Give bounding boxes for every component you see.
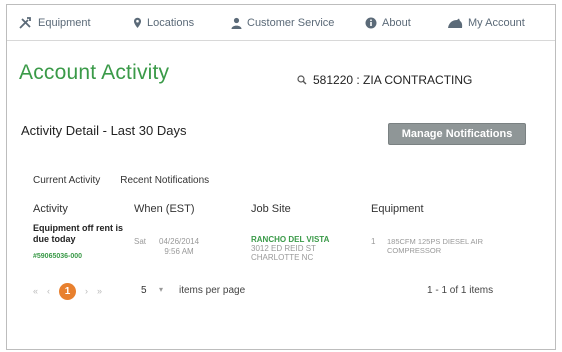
nav-customer-service-label: Customer Service (247, 17, 335, 29)
activity-time: 9:56 AM (164, 247, 194, 256)
manage-notifications-button[interactable]: Manage Notifications (388, 123, 526, 145)
nav-equipment-label: Equipment (38, 17, 91, 29)
nav-locations[interactable]: Locations (133, 17, 194, 29)
nav-locations-label: Locations (147, 17, 195, 29)
page-size-dropdown-arrow[interactable]: ▾ (159, 285, 163, 294)
equipment-description: 185CFM 125PS DIESEL AIR COMPRESSOR (387, 237, 483, 255)
app-frame: Equipment Locations Customer Service Abo… (6, 4, 556, 350)
tab-current-activity[interactable]: Current Activity (33, 175, 100, 186)
nav-about-label: About (382, 17, 411, 29)
nav-about[interactable]: About (365, 17, 411, 29)
current-page-button[interactable]: 1 (59, 282, 77, 300)
pagination: « ‹ 1 › » 5 ▾ items per page (33, 281, 245, 301)
job-site: RANCHO DEL VISTA 3012 ED REID ST CHARLOT… (251, 235, 329, 262)
equipment-line-2: COMPRESSOR (387, 246, 442, 255)
job-site-address: 3012 ED REID ST (251, 244, 316, 253)
previous-page-button[interactable]: ‹ (47, 286, 50, 296)
job-site-city: CHARLOTTE NC (251, 253, 314, 262)
last-page-button[interactable]: » (97, 286, 102, 296)
nav-my-account-label: My Account (468, 17, 525, 29)
table-row: Equipment off rent is due today #5906503… (7, 223, 555, 271)
column-header-activity: Activity (33, 203, 68, 215)
column-header-job-site: Job Site (251, 203, 291, 215)
activity-tabs: Current Activity Recent Notifications (33, 175, 229, 186)
activity-date: 04/26/2014 (159, 237, 200, 246)
tools-icon (19, 17, 31, 29)
items-count: 1 - 1 of 1 items (427, 285, 494, 296)
info-icon (365, 17, 377, 29)
activity-day: Sat (134, 237, 147, 246)
search-icon (297, 75, 307, 85)
nav-equipment[interactable]: Equipment (19, 17, 91, 29)
column-header-equipment: Equipment (371, 203, 424, 215)
job-site-name-link[interactable]: RANCHO DEL VISTA (251, 235, 329, 244)
account-name: 581220 : ZIA CONTRACTING (313, 73, 473, 87)
first-page-button[interactable]: « (33, 286, 38, 296)
equipment-quantity: 1 (371, 237, 376, 246)
account-selector[interactable]: 581220 : ZIA CONTRACTING (297, 73, 472, 87)
location-pin-icon (134, 17, 141, 28)
top-navigation: Equipment Locations Customer Service Abo… (7, 5, 555, 41)
nav-my-account[interactable]: My Account (447, 17, 525, 29)
page-title: Account Activity (19, 61, 170, 84)
person-icon (231, 17, 242, 29)
activity-datetime: 04/26/2014 9:56 AM (159, 237, 199, 257)
equipment-line-1: 185CFM 125PS DIESEL AIR (387, 237, 484, 246)
items-per-page-label: items per page (179, 285, 246, 296)
page-size-value[interactable]: 5 (141, 285, 147, 296)
section-title: Activity Detail - Last 30 Days (21, 123, 187, 138)
account-icon (448, 18, 463, 28)
column-header-when: When (EST) (134, 203, 195, 215)
nav-customer-service[interactable]: Customer Service (231, 17, 334, 29)
tab-recent-notifications[interactable]: Recent Notifications (120, 175, 209, 186)
activity-description: Equipment off rent is due today (33, 223, 123, 244)
order-number-link[interactable]: #59065036-000 (33, 253, 82, 260)
next-page-button[interactable]: › (85, 286, 88, 296)
